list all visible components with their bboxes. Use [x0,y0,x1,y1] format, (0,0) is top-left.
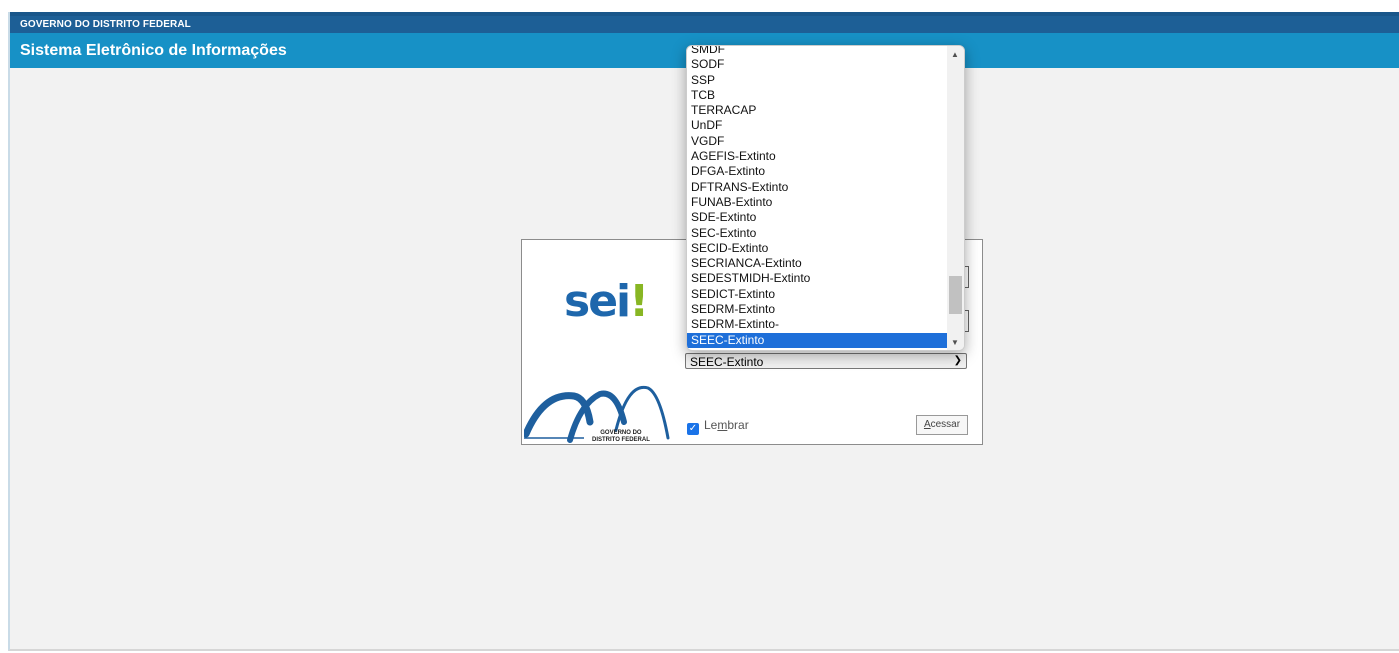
dropdown-option[interactable]: SECRIANCA-Extinto [687,256,947,271]
dropdown-option[interactable]: SEDESTMIDH-Extinto [687,271,947,286]
sei-logo-text: sei [564,276,631,327]
dropdown-option[interactable]: SEC-Extinto [687,226,947,241]
remember-checkbox[interactable]: ✓ Lembrar [687,418,749,435]
dropdown-option[interactable]: FUNAB-Extinto [687,195,947,210]
chevron-down-icon: ❯ [953,355,962,366]
org-select-value: SEEC-Extinto [690,355,764,369]
dropdown-option[interactable]: VGDF [687,134,947,149]
access-button[interactable]: Acessar [916,415,968,435]
sei-logo-bang: ! [629,276,649,327]
dropdown-option[interactable]: SDE-Extinto [687,210,947,225]
dropdown-option[interactable]: SECID-Extinto [687,241,947,256]
dropdown-scrollbar[interactable]: ▲ ▼ [947,46,964,350]
dropdown-option[interactable]: TERRACAP [687,103,947,118]
system-title: Sistema Eletrônico de Informações [20,42,287,59]
dropdown-option[interactable]: UnDF [687,118,947,133]
dropdown-option[interactable]: SEDRM-Extinto [687,302,947,317]
dropdown-option[interactable]: DFTRANS-Extinto [687,180,947,195]
scroll-down-icon[interactable]: ▼ [951,338,959,347]
dropdown-option[interactable]: TCB [687,88,947,103]
dropdown-option[interactable]: SEDRM-Extinto- [687,317,947,332]
dropdown-option[interactable]: SSP [687,73,947,88]
dropdown-option[interactable]: DFGA-Extinto [687,164,947,179]
dropdown-option[interactable]: SODF [687,57,947,72]
gdf-logo-text: GOVERNO DO DISTRITO FEDERAL [592,430,650,444]
gov-bar: GOVERNO DO DISTRITO FEDERAL [10,12,1399,33]
dropdown-option[interactable]: SMDF [687,46,947,57]
gov-label: GOVERNO DO DISTRITO FEDERAL [20,19,191,30]
dropdown-option[interactable]: SEDICT-Extinto [687,287,947,302]
sei-logo: sei! [564,276,649,327]
scrollbar-thumb[interactable] [949,276,962,314]
gdf-logo-line1: GOVERNO DO [600,430,642,436]
checkbox-checked-icon[interactable]: ✓ [687,423,699,435]
scroll-up-icon[interactable]: ▲ [951,50,959,59]
org-select[interactable]: SEEC-Extinto ❯ [685,353,967,369]
remember-label: Lembrar [704,418,749,432]
gdf-logo-line2: DISTRITO FEDERAL [592,437,650,443]
org-dropdown-list[interactable]: SMDF SODF SSP TCB TERRACAP UnDF VGDF AGEFIS-Ext… [686,45,965,351]
org-dropdown-options: SMDF SODF SSP TCB TERRACAP UnDF VGDF AGEFIS-Ext… [687,46,947,350]
dropdown-option[interactable]: AGEFIS-Extinto [687,149,947,164]
dropdown-option[interactable]: SEEC-Extinto [687,332,947,348]
